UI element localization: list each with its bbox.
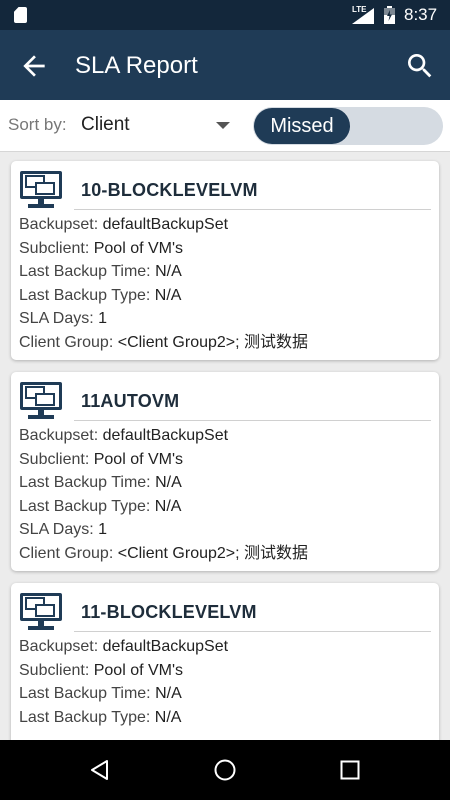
sort-label: Sort by:: [8, 115, 67, 134]
sd-card-icon: [14, 7, 27, 23]
page-title: SLA Report: [75, 52, 198, 79]
client-card[interactable]: 10-BLOCKLEVELVM Backupset: defaultBackup…: [11, 161, 439, 360]
sla-days-value: 1: [98, 521, 108, 539]
field-label: Subclient:: [19, 450, 90, 468]
last-backup-time-value: N/A: [155, 474, 182, 492]
field-label: Client Group:: [19, 333, 114, 351]
subclient-row: Subclient: Pool of VM's: [19, 237, 439, 261]
divider: [74, 209, 431, 210]
sort-dropdown[interactable]: Client: [78, 106, 238, 144]
sort-value: Client: [81, 114, 130, 135]
client-name: 10-BLOCKLEVELVM: [81, 180, 258, 200]
field-label: Backupset:: [19, 638, 99, 655]
card-header: 10-BLOCKLEVELVM: [11, 161, 439, 211]
nav-back-icon[interactable]: [88, 758, 112, 782]
backupset-row: Backupset: defaultBackupSet: [19, 213, 439, 237]
client-group-row: Client Group: <Client Group2>; 测试数据: [19, 542, 439, 566]
virtual-machine-icon: [20, 382, 62, 419]
last-backup-type-value: N/A: [154, 286, 182, 304]
field-label: Backupset:: [19, 427, 99, 444]
caret-down-icon: [216, 122, 230, 129]
field-label: Subclient:: [19, 661, 90, 679]
status-bar: LTE 8:37: [0, 0, 450, 30]
field-label: Last Backup Type:: [19, 497, 151, 515]
subclient-value: Pool of VM's: [93, 661, 184, 679]
last-backup-time-row: Last Backup Time: N/A: [19, 260, 439, 284]
field-label: Last Backup Time:: [19, 474, 151, 492]
client-name: 11-BLOCKLEVELVM: [81, 602, 257, 622]
subclient-value: Pool of VM's: [93, 239, 184, 257]
last-backup-type-row: Last Backup Type: N/A: [19, 706, 439, 730]
backupset-value: defaultBackupSet: [102, 427, 229, 444]
divider: [74, 420, 431, 421]
last-backup-type-value: N/A: [154, 708, 182, 726]
last-backup-time-value: N/A: [155, 685, 182, 703]
last-backup-time-row: Last Backup Time: N/A: [19, 682, 439, 706]
field-label: Last Backup Type:: [19, 708, 151, 726]
nav-home-icon[interactable]: [213, 758, 237, 782]
card-header: 11AUTOVM: [11, 372, 439, 422]
divider: [74, 631, 431, 632]
field-label: Client Group:: [19, 544, 114, 562]
field-label: Last Backup Time:: [19, 685, 151, 703]
clock: 8:37: [404, 5, 438, 24]
card-details: Backupset: defaultBackupSet Subclient: P…: [11, 633, 439, 729]
field-label: Subclient:: [19, 239, 90, 257]
system-nav-bar: [0, 740, 450, 800]
search-button[interactable]: [404, 50, 436, 82]
subclient-value: Pool of VM's: [93, 450, 184, 468]
card-details: Backupset: defaultBackupSet Subclient: P…: [11, 422, 439, 566]
client-card[interactable]: 11-BLOCKLEVELVM Backupset: defaultBackup…: [11, 583, 439, 742]
virtual-machine-icon: [20, 171, 62, 208]
sla-days-row: SLA Days: 1: [19, 518, 439, 542]
client-group-value: <Client Group2>; 测试数据: [117, 544, 309, 562]
last-backup-time-row: Last Backup Time: N/A: [19, 471, 439, 495]
signal-icon: [352, 8, 374, 24]
last-backup-type-value: N/A: [154, 497, 182, 515]
backupset-row: Backupset: defaultBackupSet: [19, 424, 439, 448]
nav-recents-icon[interactable]: [338, 758, 362, 782]
card-header: 11-BLOCKLEVELVM: [11, 583, 439, 633]
field-label: Last Backup Time:: [19, 263, 151, 281]
last-backup-type-row: Last Backup Type: N/A: [19, 495, 439, 519]
arrow-left-icon: [23, 55, 45, 77]
backupset-row: Backupset: defaultBackupSet: [19, 635, 439, 659]
missed-toggle[interactable]: Missed: [253, 107, 443, 145]
field-label: Backupset:: [19, 216, 99, 233]
subclient-row: Subclient: Pool of VM's: [19, 448, 439, 472]
sla-days-row: SLA Days: 1: [19, 307, 439, 331]
toggle-pill: Missed: [254, 108, 350, 144]
search-icon: [408, 54, 432, 78]
field-label: SLA Days:: [19, 310, 94, 328]
sla-days-value: 1: [98, 310, 108, 328]
field-label: SLA Days:: [19, 521, 94, 539]
back-button[interactable]: [18, 50, 50, 82]
client-card[interactable]: 11AUTOVM Backupset: defaultBackupSet Sub…: [11, 372, 439, 571]
client-name: 11AUTOVM: [81, 391, 180, 411]
last-backup-time-value: N/A: [155, 263, 182, 281]
app-bar: SLA Report: [0, 30, 450, 100]
backupset-value: defaultBackupSet: [102, 638, 229, 655]
last-backup-type-row: Last Backup Type: N/A: [19, 284, 439, 308]
subclient-row: Subclient: Pool of VM's: [19, 659, 439, 683]
client-group-row: Client Group: <Client Group2>; 测试数据: [19, 331, 439, 355]
card-details: Backupset: defaultBackupSet Subclient: P…: [11, 211, 439, 355]
client-group-value: <Client Group2>; 测试数据: [117, 333, 309, 351]
virtual-machine-icon: [20, 593, 62, 630]
backupset-value: defaultBackupSet: [102, 216, 229, 233]
battery-icon: [384, 6, 395, 24]
sla-list: 10-BLOCKLEVELVM Backupset: defaultBackup…: [0, 152, 450, 742]
field-label: Last Backup Type:: [19, 286, 151, 304]
